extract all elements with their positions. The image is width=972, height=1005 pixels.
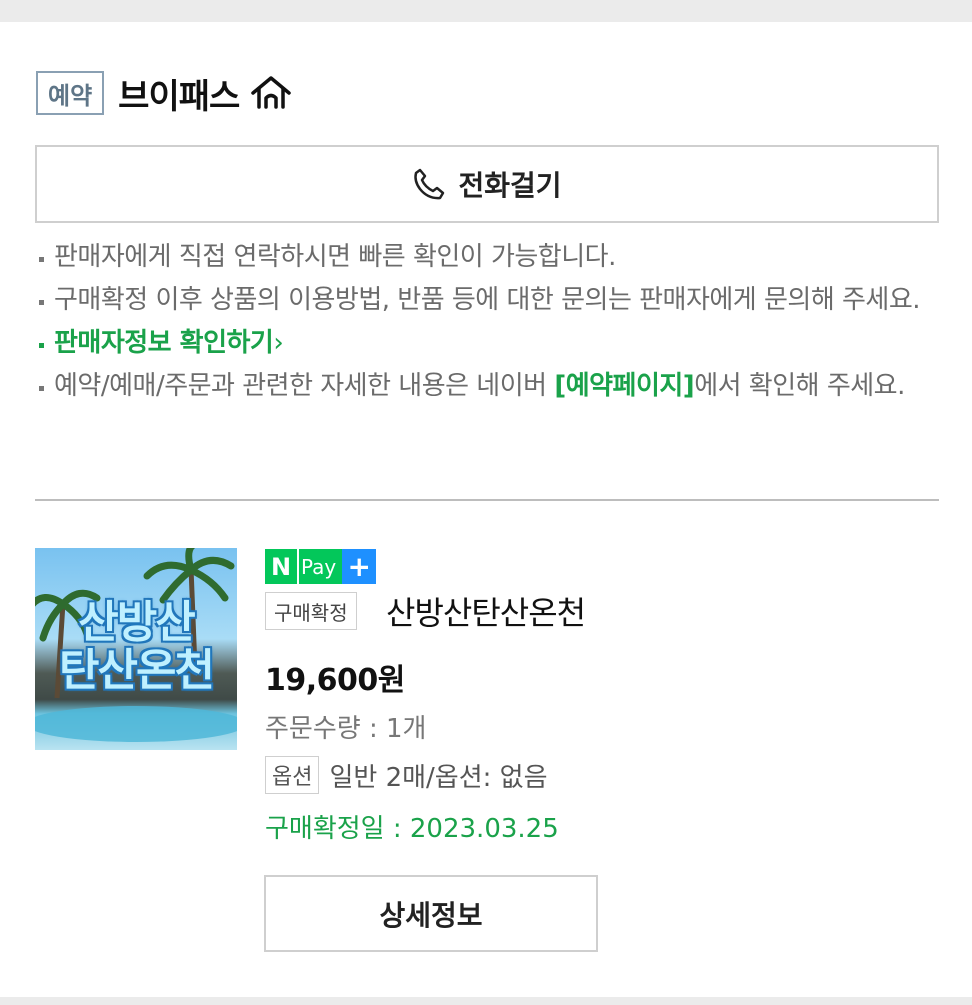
product-name[interactable]: 산방산탄산온천 bbox=[386, 588, 586, 634]
seller-info-link-label: 판매자정보 확인하기 bbox=[54, 328, 274, 358]
purchase-confirm-date: 구매확정일 : 2023.03.25 bbox=[265, 814, 559, 844]
reservation-badge: 예약 bbox=[36, 71, 105, 115]
notice-item-inquiry: 구매확정 이후 상품의 이용방법, 반품 등에 대한 문의는 판매자에게 문의해… bbox=[36, 281, 940, 319]
notice-list: 판매자에게 직접 연락하시면 빠른 확인이 가능합니다. 구매확정 이후 상품의… bbox=[36, 238, 940, 410]
seller-name[interactable]: 브이패스 bbox=[118, 69, 240, 118]
option-row: 옵션 일반 2매/옵션: 없음 bbox=[265, 756, 548, 794]
top-divider-band bbox=[0, 0, 972, 22]
option-badge: 옵션 bbox=[265, 756, 320, 794]
notice-reservation-text-before: 예약/예매/주문과 관련한 자세한 내용은 네이버 bbox=[54, 371, 555, 401]
detail-button[interactable]: 상세정보 bbox=[264, 875, 598, 952]
notice-item-contact: 판매자에게 직접 연락하시면 빠른 확인이 가능합니다. bbox=[36, 238, 940, 276]
bottom-divider-band bbox=[0, 997, 972, 1005]
npay-n-logo: N bbox=[265, 549, 297, 584]
phone-icon bbox=[412, 167, 446, 201]
notice-reservation-text-after: 에서 확인해 주세요. bbox=[694, 371, 905, 401]
plus-icon: + bbox=[342, 549, 377, 584]
purchase-status-badge: 구매확정 bbox=[265, 592, 357, 630]
thumbnail-title-line1: 산방산 bbox=[78, 597, 195, 648]
chevron-right-icon: › bbox=[273, 328, 284, 358]
order-quantity: 주문수량 : 1개 bbox=[265, 714, 427, 744]
npay-pay-label: Pay bbox=[297, 549, 343, 584]
thumbnail-title-line2: 탄산온천 bbox=[59, 645, 215, 696]
product-price: 19,600원 bbox=[265, 663, 405, 698]
notice-item-reservation: 예약/예매/주문과 관련한 자세한 내용은 네이버 [예약페이지]에서 확인해 … bbox=[36, 367, 940, 405]
product-thumbnail[interactable]: 산방산 탄산온천 bbox=[35, 548, 237, 750]
option-text: 일반 2매/옵션: 없음 bbox=[329, 762, 548, 793]
call-button-label: 전화걸기 bbox=[458, 169, 562, 202]
seller-info-link[interactable]: 판매자정보 확인하기› bbox=[36, 324, 940, 362]
npay-plus-badge: N Pay + bbox=[265, 549, 377, 584]
seller-header: 예약 브이패스 bbox=[36, 68, 293, 118]
call-button[interactable]: 전화걸기 bbox=[35, 145, 939, 223]
section-divider bbox=[35, 499, 939, 501]
reservation-page-link[interactable]: [예약페이지] bbox=[554, 371, 694, 401]
home-icon[interactable] bbox=[249, 73, 293, 113]
